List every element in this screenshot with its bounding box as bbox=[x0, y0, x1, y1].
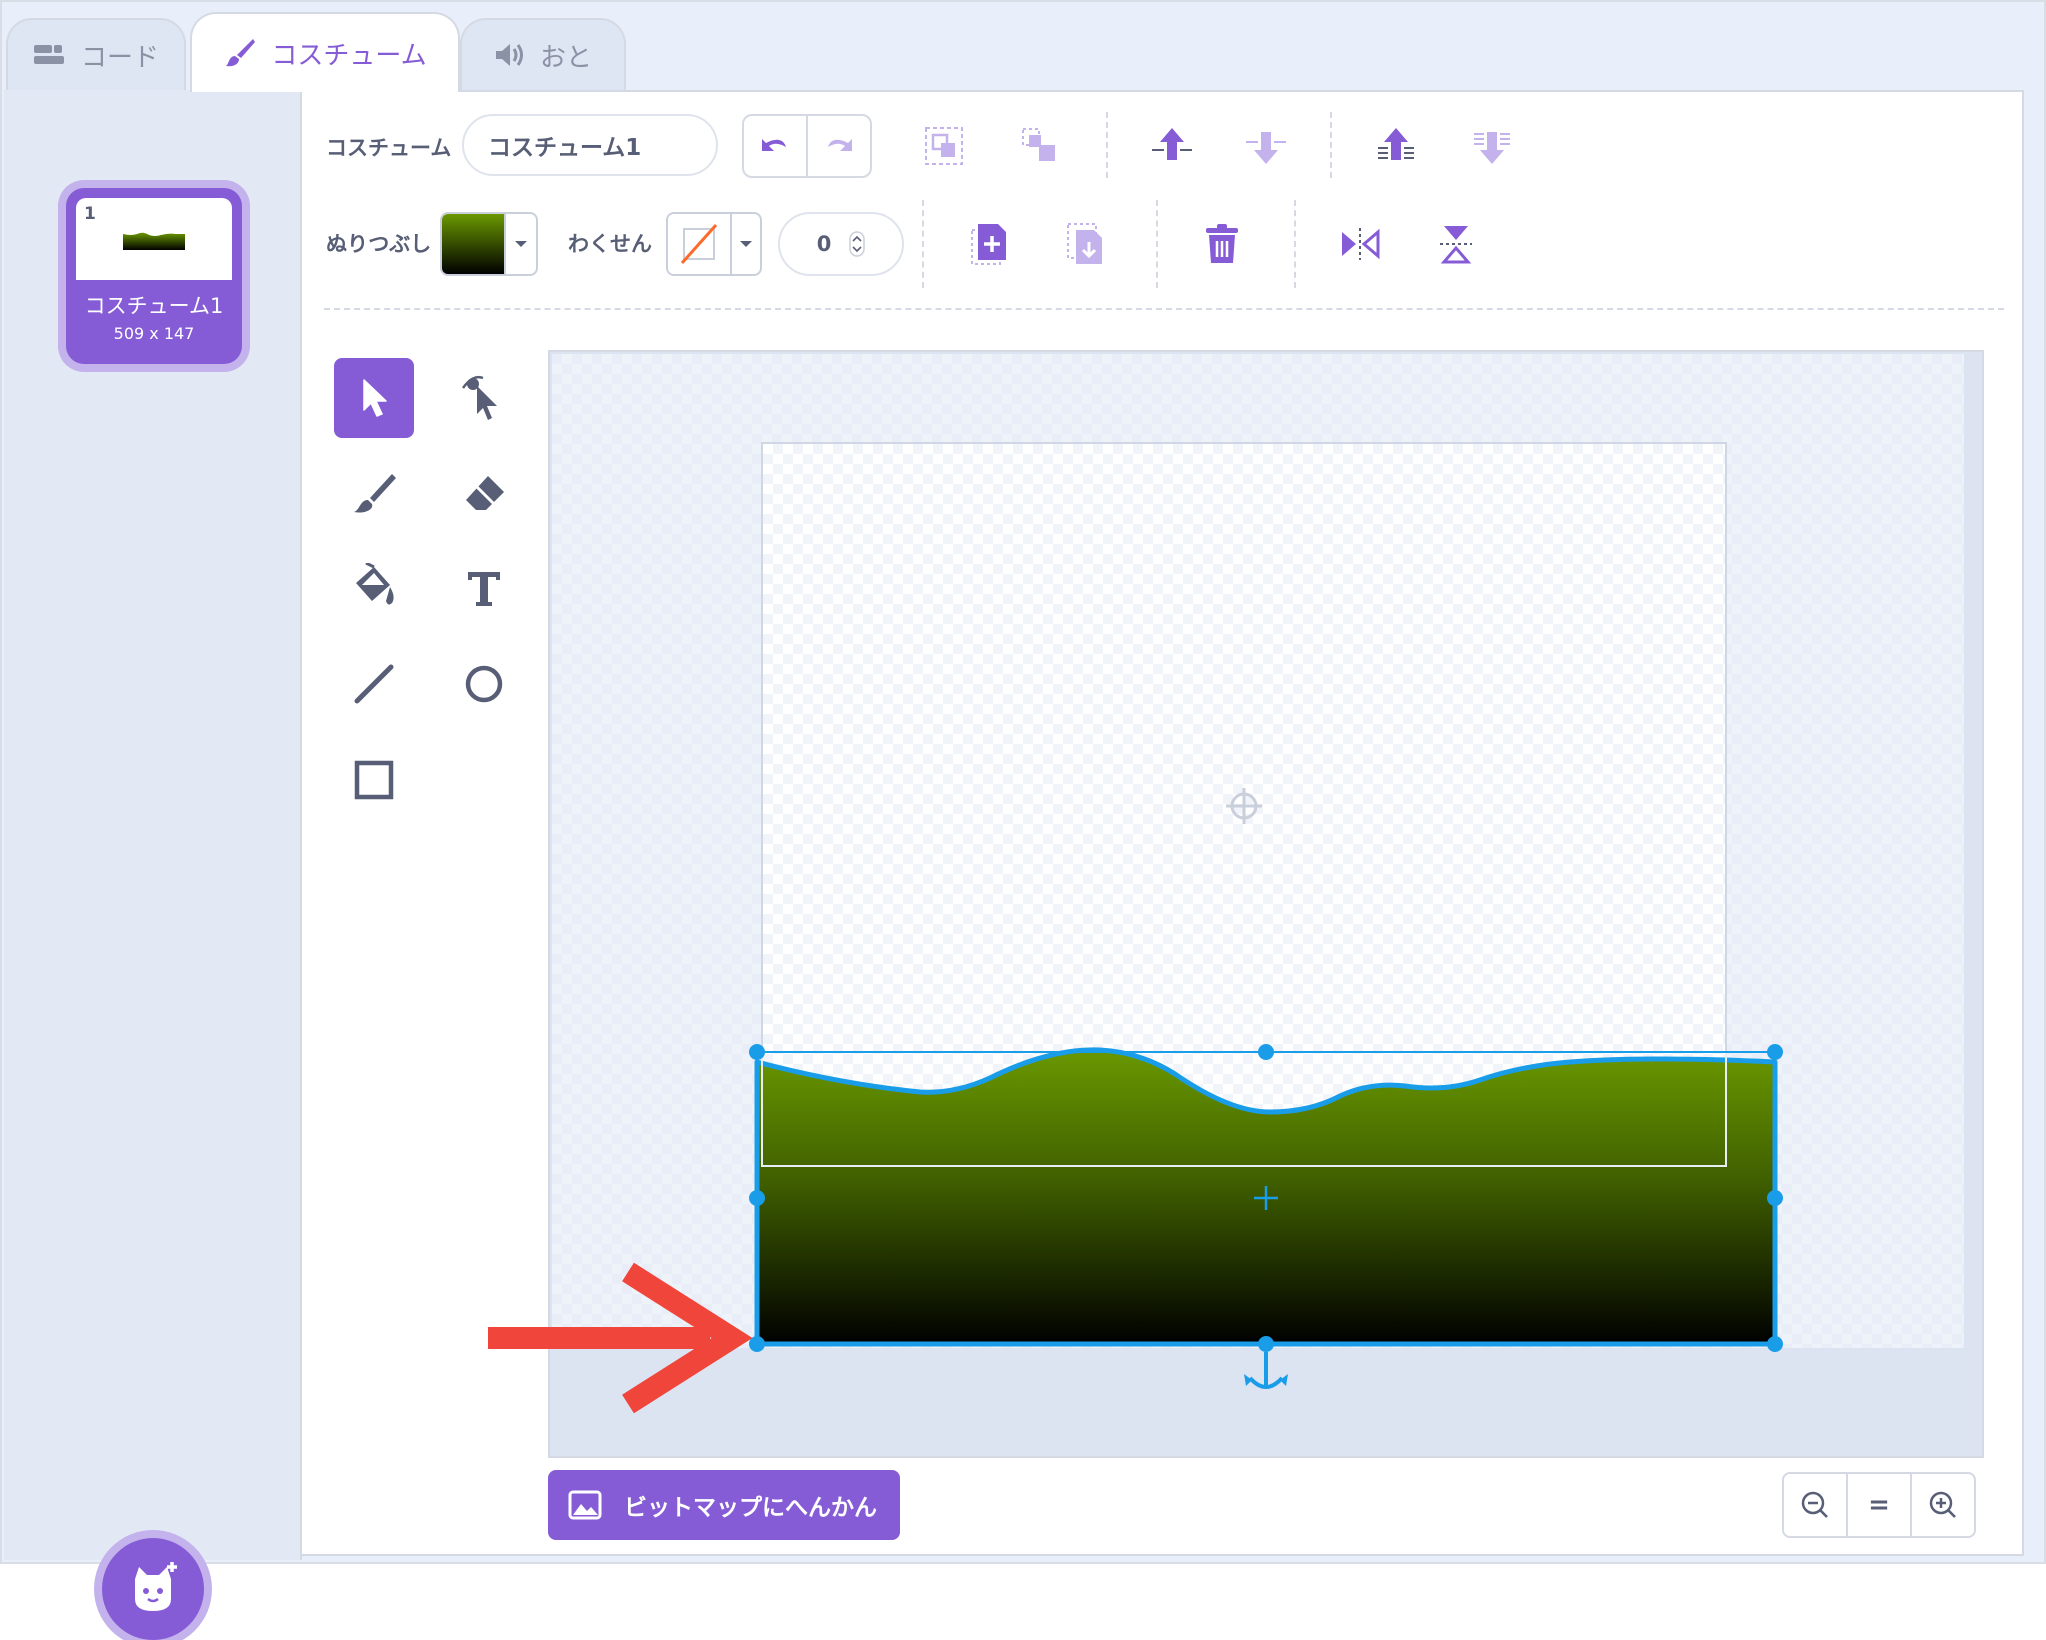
zoom-in-icon bbox=[1929, 1491, 1956, 1518]
bitmap-image-icon bbox=[568, 1490, 602, 1520]
zoom-out-button[interactable] bbox=[1784, 1474, 1846, 1536]
zoom-reset-button[interactable]: = bbox=[1846, 1474, 1910, 1536]
rotate-handle-icon[interactable] bbox=[1244, 1352, 1288, 1389]
rotation-center-icon bbox=[1226, 788, 1262, 824]
zoom-controls: = bbox=[1782, 1472, 1976, 1538]
convert-to-bitmap-button[interactable]: ビットマップにへんかん bbox=[548, 1470, 900, 1540]
convert-to-bitmap-label: ビットマップにへんかん bbox=[624, 1495, 877, 1521]
tab-costumes[interactable]: コスチューム bbox=[190, 12, 460, 92]
zoom-out-icon bbox=[1801, 1491, 1828, 1518]
canvas-overlay bbox=[488, 788, 1783, 1414]
zoom-in-button[interactable] bbox=[1910, 1474, 1974, 1536]
tab-costumes-label: コスチューム bbox=[271, 40, 427, 71]
annotation-arrow bbox=[488, 1262, 753, 1414]
choose-costume-cat-icon bbox=[135, 1562, 177, 1611]
paintbrush-icon bbox=[223, 36, 257, 70]
